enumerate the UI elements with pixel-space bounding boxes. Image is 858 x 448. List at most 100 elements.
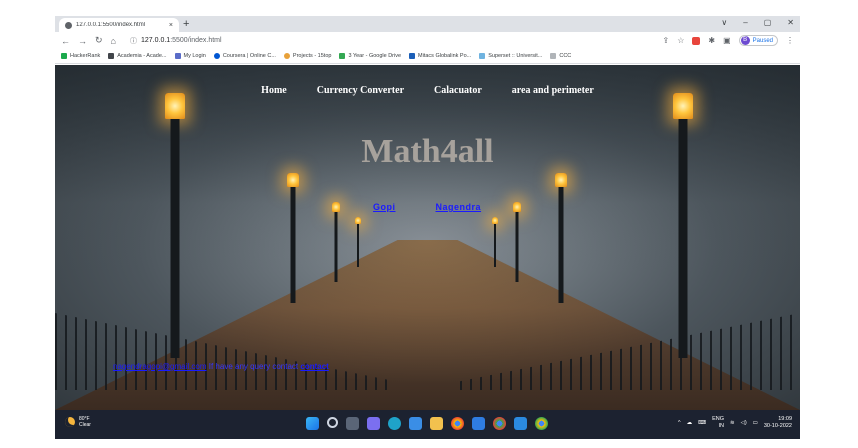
globe-icon: [65, 21, 72, 29]
toolbar-icons: ⇪ ☆ ✱ ▣ B Paused ⋮: [663, 35, 794, 46]
academia-icon: [108, 53, 115, 59]
share-icon[interactable]: ⇪: [663, 36, 670, 45]
minimize-button[interactable]: –: [743, 18, 747, 27]
contact-line: nagendragopi@gmail.com If have any query…: [113, 362, 329, 371]
coursera-icon: [213, 53, 220, 59]
bookmark-hackerrank[interactable]: HackerRank: [61, 53, 100, 59]
clock-time: 19:09: [778, 416, 792, 422]
new-tab-button[interactable]: +: [183, 18, 189, 30]
forward-arrow-icon[interactable]: →: [78, 36, 87, 46]
lamp-post: [354, 217, 362, 267]
lamp-light: [555, 173, 567, 187]
bookmark-academia[interactable]: Academia - Acade...: [108, 53, 167, 59]
clock-date: 30-10-2022: [763, 423, 792, 429]
store-icon[interactable]: [409, 417, 422, 430]
hackerrank-icon: [61, 53, 67, 59]
home-icon[interactable]: ⌂: [111, 36, 116, 46]
info-icon[interactable]: ⓘ: [130, 36, 137, 46]
browser-window: 127.0.0.1:5500/index.html × + ∨ – ▢ ✕ ← …: [55, 16, 800, 439]
paused-label: Paused: [752, 37, 773, 44]
address-bar: ← → ↻ ⌂ ⓘ 127.0.0.1:5500/index.html ⇪ ☆ …: [55, 32, 800, 49]
bookmark-google-drive[interactable]: 3 Year - Google Drive: [339, 53, 401, 59]
ccc-icon: [550, 53, 557, 59]
lamp-light: [513, 202, 521, 212]
url-path: :5500/index.html: [170, 37, 222, 44]
taskbar: 80°F Clear ^ ☁ ⌨ ENG IN ≋ ◁) ▭ 19:09 30-10-…: [55, 410, 800, 439]
superset-icon: [479, 53, 486, 59]
tab-search-icon[interactable]: ∨: [721, 18, 727, 27]
maximize-button[interactable]: ▢: [764, 18, 772, 27]
tab-title: 127.0.0.1:5500/index.html: [76, 22, 146, 28]
language-indicator[interactable]: ENG IN: [712, 416, 724, 430]
wifi-icon[interactable]: ≋: [730, 420, 735, 426]
windows-start-icon[interactable]: [306, 417, 319, 430]
author-link-gopi[interactable]: Gopi: [373, 202, 396, 212]
contact-email-link[interactable]: nagendragopi@gmail.com: [113, 362, 207, 371]
bookmark-coursera[interactable]: Coursera | Online C...: [213, 53, 276, 59]
bookmark-superset[interactable]: Superset :: Universit...: [479, 53, 542, 59]
close-tab-icon[interactable]: ×: [169, 22, 173, 29]
nav-calculator[interactable]: Calacuator: [434, 85, 482, 96]
mitacs-icon: [409, 53, 416, 59]
reload-icon[interactable]: ↻: [95, 35, 103, 46]
lamp-post: [553, 173, 569, 303]
lamp-light: [165, 93, 185, 119]
contact-link[interactable]: contact: [300, 362, 328, 371]
author-link-nagendra[interactable]: Nagendra: [436, 202, 482, 212]
menu-dots-icon[interactable]: ⋮: [786, 36, 794, 45]
tab-strip: 127.0.0.1:5500/index.html × + ∨ – ▢ ✕: [55, 16, 800, 32]
nav-area-perimeter[interactable]: area and perimeter: [512, 85, 594, 96]
volume-icon[interactable]: ◁): [741, 420, 747, 426]
extensions-puzzle-icon[interactable]: ✱: [708, 36, 715, 45]
lamp-post: [491, 217, 499, 267]
side-panel-icon[interactable]: ▣: [723, 36, 731, 45]
site-nav: Home Currency Converter Calacuator area …: [55, 85, 800, 96]
author-links: Gopi Nagendra: [373, 202, 481, 212]
lamp-light: [673, 93, 693, 119]
chrome-icon[interactable]: [451, 417, 464, 430]
bookmark-projects[interactable]: Projects - 15top: [283, 53, 331, 59]
back-arrow-icon[interactable]: ←: [61, 36, 70, 46]
projects-icon: [283, 53, 290, 59]
url-field[interactable]: ⓘ 127.0.0.1:5500/index.html: [124, 34, 228, 47]
task-view-icon[interactable]: [346, 417, 359, 430]
chrome-profile-icon[interactable]: [493, 417, 506, 430]
vscode-icon[interactable]: [514, 417, 527, 430]
chat-icon[interactable]: [367, 417, 380, 430]
file-explorer-icon[interactable]: [430, 417, 443, 430]
bookmarks-bar: HackerRank Academia - Acade... My Login …: [55, 49, 800, 64]
cloud-icon[interactable]: ☁: [687, 420, 693, 426]
battery-icon[interactable]: ▭: [753, 420, 758, 426]
lamp-post: [330, 202, 342, 282]
weather-widget[interactable]: 80°F Clear: [65, 416, 91, 428]
nav-currency-converter[interactable]: Currency Converter: [317, 85, 404, 96]
bookmark-my-login[interactable]: My Login: [174, 53, 206, 59]
login-icon: [174, 53, 181, 59]
chrome-alt-icon[interactable]: [535, 417, 548, 430]
close-window-button[interactable]: ✕: [787, 18, 794, 27]
browser-tab[interactable]: 127.0.0.1:5500/index.html ×: [59, 18, 179, 32]
lamp-light: [355, 217, 361, 224]
edge-browser-icon[interactable]: [388, 417, 401, 430]
url-host: 127.0.0.1: [140, 37, 171, 44]
window-controls: ∨ – ▢ ✕: [721, 18, 794, 27]
lamp-light: [492, 217, 498, 224]
extension-icon[interactable]: [692, 36, 701, 45]
bookmark-ccc[interactable]: CCC: [550, 53, 571, 59]
keyboard-icon[interactable]: ⌨: [698, 420, 706, 426]
chevron-up-icon[interactable]: ^: [678, 420, 681, 426]
app-icon[interactable]: [472, 417, 485, 430]
bookmark-mitacs[interactable]: Mitacs Globalink Po...: [409, 53, 471, 59]
moon-icon: [65, 417, 75, 427]
profile-paused-button[interactable]: B Paused: [738, 35, 778, 46]
weather-condition: Clear: [79, 422, 91, 428]
contact-text: If have any query contact: [208, 362, 299, 371]
lamp-light: [332, 202, 340, 212]
page-title: Math4all: [361, 133, 494, 170]
web-page: Home Currency Converter Calacuator area …: [55, 65, 800, 410]
bookmark-star-icon[interactable]: ☆: [677, 36, 684, 45]
nav-home[interactable]: Home: [261, 85, 287, 96]
search-icon[interactable]: [327, 417, 338, 428]
lamp-light: [287, 173, 299, 187]
clock[interactable]: 19:09 30-10-2022: [764, 416, 792, 430]
